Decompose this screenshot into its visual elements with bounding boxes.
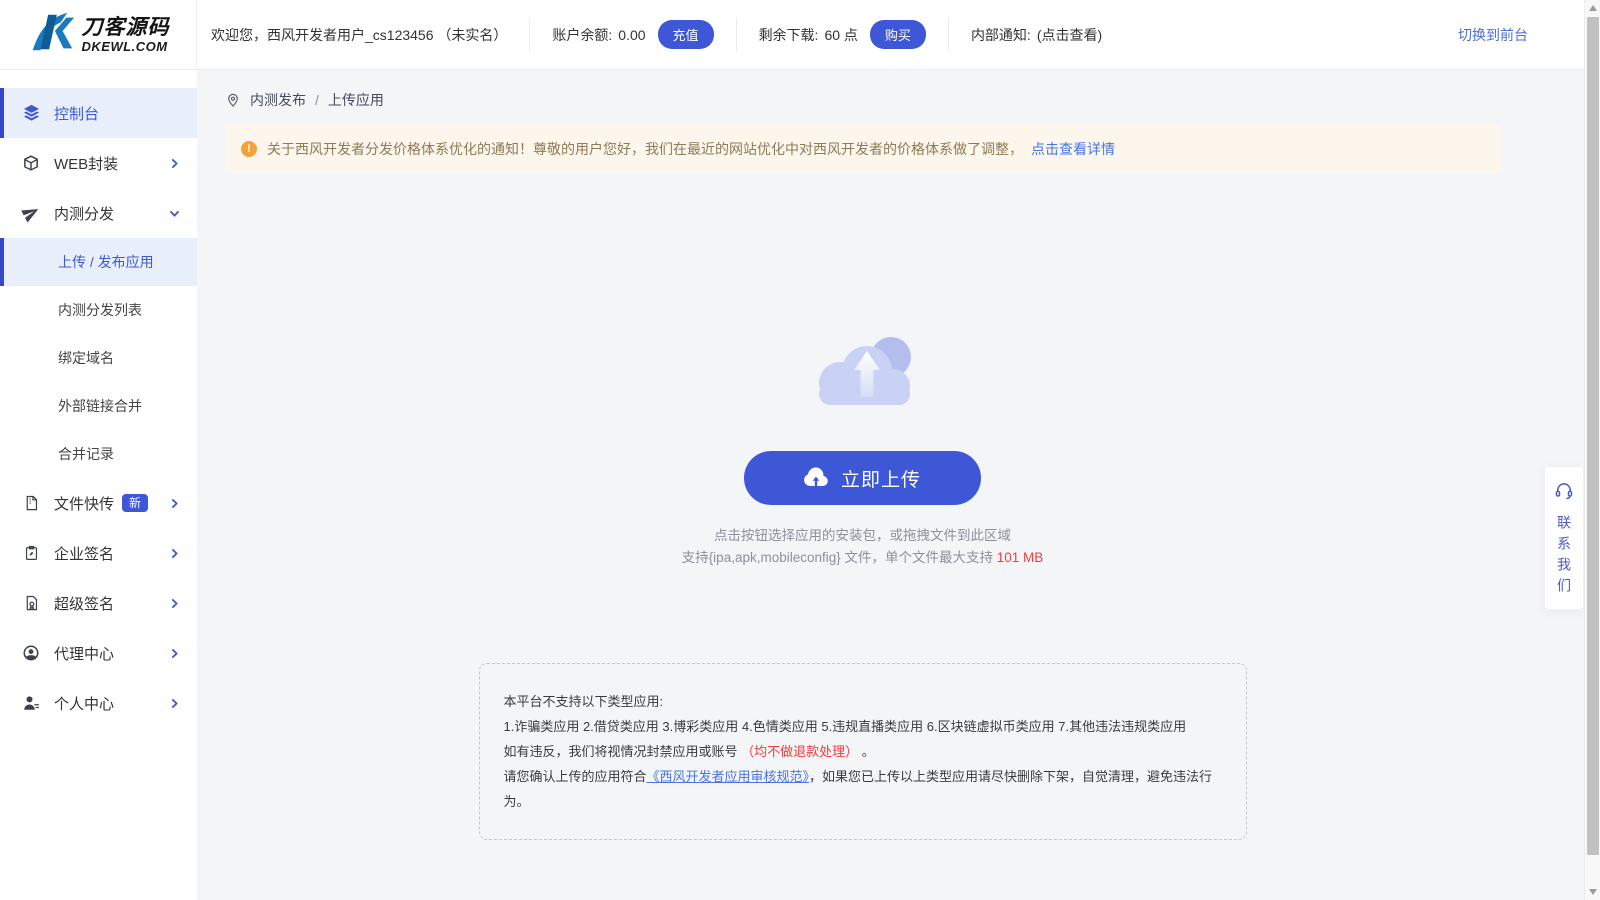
- sidebar-item-label: 超级签名: [54, 595, 115, 613]
- breadcrumb-page: 上传应用: [327, 92, 384, 108]
- rules-line2: 1.诈骗类应用 2.借贷类应用 3.博彩类应用 4.色情类应用 5.违规直播类应…: [503, 719, 1187, 734]
- balance-label: 账户余额:: [552, 26, 613, 43]
- paper-plane-icon: [20, 204, 42, 223]
- chevron-right-icon: [168, 157, 181, 170]
- logo-title: 刀客源码: [81, 15, 170, 39]
- rules-line3-prefix: 如有违反，我们将视情况封禁应用或账号: [503, 744, 742, 759]
- scrollbar-up-arrow[interactable]: [1585, 0, 1600, 16]
- notice-banner: ! 关于西风开发者分发价格体系优化的通知！尊敬的用户您好，我们在最近的网站优化中…: [225, 124, 1500, 174]
- layers-icon: [20, 103, 42, 123]
- scrollbar-down-arrow[interactable]: [1585, 884, 1600, 900]
- rules-line3: 如有违反，我们将视情况封禁应用或账号 （均不做退款处理） 。: [504, 739, 1222, 764]
- logo-subtitle: DKEWL.COM: [81, 38, 168, 54]
- sidebar-subitem-external-link-merge[interactable]: 外部链接合并: [0, 382, 197, 430]
- sidebar-item-label: WEB封装: [54, 155, 119, 173]
- switch-to-front-link[interactable]: 切换到前台: [1458, 25, 1528, 45]
- max-size-value: 101 MB: [996, 550, 1044, 565]
- unsupported-apps-notice: 本平台不支持以下类型应用: 1.诈骗类应用 2.借贷类应用 3.博彩类应用 4.…: [478, 663, 1247, 840]
- sidebar-item-label: 文件快传: [54, 495, 115, 513]
- upload-drop-zone[interactable]: 立即上传 点击按钮选择应用的安装包，或拖拽文件到此区域 支持{ipa,apk,m…: [225, 174, 1500, 840]
- top-bar: 刀客源码 DKEWL.COM 欢迎您，西风开发者用户_cs123456 （未实名…: [0, 0, 1584, 70]
- sidebar-subitem-label: 内测分发列表: [58, 302, 142, 318]
- chevron-right-icon: [168, 597, 181, 610]
- agent-icon: [20, 644, 42, 662]
- banner-details-link[interactable]: 点击查看详情: [1031, 139, 1115, 159]
- chevron-right-icon: [168, 697, 181, 710]
- sidebar-subitem-label: 绑定域名: [58, 350, 114, 366]
- breadcrumb: 内测发布 / 上传应用: [225, 90, 1500, 110]
- downloads-value: 60 点: [824, 26, 858, 43]
- chevron-right-icon: [168, 497, 181, 510]
- dkewl-logo-icon: [27, 9, 77, 60]
- cloud-upload-icon: [804, 466, 828, 490]
- notice-view-link[interactable]: (点击查看): [1037, 25, 1102, 45]
- review-spec-link[interactable]: 《西风开发者应用审核规范》: [647, 769, 810, 784]
- contact-us-widget[interactable]: 联系我们: [1544, 466, 1584, 610]
- certificate-icon: [20, 594, 42, 612]
- package-icon: [20, 154, 42, 172]
- sidebar-item-file-transfer[interactable]: 文件快传 新: [0, 478, 197, 528]
- rules-line4-prefix: 请您确认上传的应用符合: [503, 769, 647, 784]
- chevron-right-icon: [168, 547, 181, 560]
- upload-now-button[interactable]: 立即上传: [744, 451, 981, 505]
- sidebar-item-label: 企业签名: [54, 545, 115, 563]
- sidebar-item-super-sign[interactable]: 超级签名: [0, 578, 197, 628]
- sidebar-subitem-merge-records[interactable]: 合并记录: [0, 430, 197, 478]
- balance-value: 0.00: [618, 26, 646, 43]
- cloud-upload-illustration-icon: [807, 332, 919, 425]
- rules-line3-suffix: 。: [858, 744, 875, 759]
- scrollbar-thumb[interactable]: [1587, 17, 1599, 855]
- main-content: 内测发布 / 上传应用 ! 关于西风开发者分发价格体系优化的通知！尊敬的用户您好…: [197, 70, 1584, 900]
- no-refund-text: （均不做退款处理）: [741, 744, 859, 759]
- divider: [735, 17, 737, 52]
- sidebar-subitem-distribution-list[interactable]: 内测分发列表: [0, 286, 197, 334]
- divider: [529, 17, 531, 52]
- sidebar-item-agent-center[interactable]: 代理中心: [0, 628, 197, 678]
- new-badge: 新: [122, 494, 149, 512]
- welcome-text: 欢迎您，西风开发者用户_cs123456 （未实名）: [211, 26, 508, 43]
- upload-hint-line2: 支持{ipa,apk,mobileconfig} 文件，单个文件最大支持 101…: [225, 547, 1500, 569]
- notice-label: 内部通知:: [970, 26, 1031, 43]
- zip-file-icon: [20, 494, 42, 512]
- user-icon: [20, 694, 42, 712]
- breadcrumb-section[interactable]: 内测发布: [250, 90, 306, 110]
- sidebar-subitem-label: 合并记录: [58, 446, 114, 462]
- chevron-down-icon: [168, 207, 181, 220]
- sidebar-subitem-upload-app[interactable]: 上传 / 发布应用: [0, 238, 197, 286]
- sidebar-item-label: 内测分发: [54, 205, 115, 223]
- warning-icon: !: [241, 141, 257, 157]
- breadcrumb-separator: /: [315, 92, 319, 108]
- recharge-button[interactable]: 充值: [657, 20, 714, 49]
- sidebar: 控制台 WEB封装 内测分发 上传 / 发布应用 内测分发列表 绑定域名 外部链…: [0, 70, 197, 900]
- sidebar-subitem-bind-domain[interactable]: 绑定域名: [0, 334, 197, 382]
- clipboard-sign-icon: [20, 544, 42, 562]
- sidebar-subitem-label: 外部链接合并: [58, 398, 142, 414]
- headset-icon: [1554, 481, 1574, 506]
- upload-hint-line1: 点击按钮选择应用的安装包，或拖拽文件到此区域: [714, 528, 1011, 543]
- sidebar-item-label: 代理中心: [54, 645, 115, 663]
- contact-us-label: 联系我们: [1556, 515, 1572, 599]
- upload-now-label: 立即上传: [840, 469, 921, 491]
- chevron-right-icon: [168, 647, 181, 660]
- sidebar-item-personal-center[interactable]: 个人中心: [0, 678, 197, 728]
- vertical-scrollbar[interactable]: [1584, 0, 1600, 900]
- sidebar-subitem-label: 上传 / 发布应用: [58, 254, 154, 270]
- map-pin-icon: [225, 92, 241, 108]
- divider: [947, 17, 949, 52]
- downloads-label: 剩余下载:: [758, 26, 819, 43]
- sidebar-item-web-pack[interactable]: WEB封装: [0, 138, 197, 188]
- upload-hint-line2-text: 支持{ipa,apk,mobileconfig} 文件，单个文件最大支持: [681, 550, 997, 565]
- rules-line4: 请您确认上传的应用符合《西风开发者应用审核规范》，如果您已上传以上类型应用请尽快…: [504, 764, 1222, 814]
- buy-button[interactable]: 购买: [869, 20, 926, 49]
- sidebar-item-label: 个人中心: [54, 695, 115, 713]
- sidebar-item-dashboard[interactable]: 控制台: [0, 88, 197, 138]
- sidebar-item-distribution[interactable]: 内测分发: [0, 188, 197, 238]
- banner-text: 关于西风开发者分发价格体系优化的通知！尊敬的用户您好，我们在最近的网站优化中对西…: [267, 141, 1023, 157]
- sidebar-item-enterprise-sign[interactable]: 企业签名: [0, 528, 197, 578]
- rules-line1: 本平台不支持以下类型应用:: [503, 694, 664, 709]
- logo[interactable]: 刀客源码 DKEWL.COM: [0, 0, 197, 69]
- sidebar-item-label: 控制台: [54, 105, 100, 123]
